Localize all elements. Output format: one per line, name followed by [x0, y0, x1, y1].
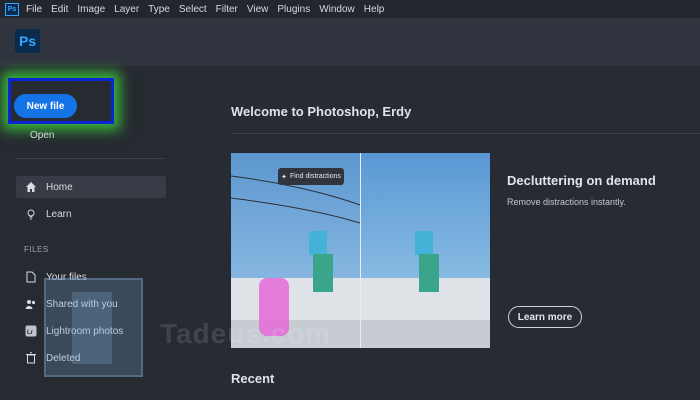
new-file-button[interactable]: New file — [14, 94, 77, 118]
files-section-title: FILES — [24, 245, 49, 254]
watermark-text: Tadeus.com — [160, 318, 332, 349]
photoshop-logo: Ps — [15, 29, 40, 53]
lightbulb-icon — [24, 207, 38, 221]
menu-type[interactable]: Type — [148, 4, 170, 15]
menu-view[interactable]: View — [247, 4, 269, 15]
welcome-title: Welcome to Photoshop, Erdy — [231, 104, 412, 119]
tooltip-label: Find distractions — [289, 173, 341, 180]
sidebar-item-label: Home — [46, 181, 73, 193]
find-distractions-tooltip[interactable]: ✦ Find distractions — [278, 168, 344, 185]
trash-icon — [24, 351, 38, 365]
feature-title: Decluttering on demand — [507, 173, 656, 188]
menu-layer[interactable]: Layer — [114, 4, 139, 15]
sidebar-item-home[interactable]: Home — [16, 176, 166, 198]
lightroom-icon: Lr — [24, 324, 38, 338]
menu-file[interactable]: File — [26, 4, 42, 15]
shared-user-icon — [24, 297, 38, 311]
after-image — [361, 153, 490, 348]
welcome-divider — [231, 133, 700, 134]
sidebar-divider — [15, 158, 165, 159]
app-icon: Ps — [5, 2, 19, 16]
menu-filter[interactable]: Filter — [216, 4, 238, 15]
home-icon — [24, 180, 38, 194]
menu-help[interactable]: Help — [364, 4, 385, 15]
menu-plugins[interactable]: Plugins — [277, 4, 310, 15]
file-icon — [24, 270, 38, 284]
menu-bar: Ps File Edit Image Layer Type Select Fil… — [0, 0, 700, 18]
svg-text:Lr: Lr — [27, 330, 34, 336]
watermark-logo-letter — [72, 292, 112, 364]
sidebar-item-label: Learn — [46, 208, 72, 220]
menu-image[interactable]: Image — [77, 4, 105, 15]
menu-select[interactable]: Select — [179, 4, 207, 15]
feature-description: Remove distractions instantly. — [507, 197, 626, 207]
sidebar-item-learn[interactable]: Learn — [16, 203, 166, 225]
sparkle-icon: ✦ — [281, 173, 287, 181]
menu-window[interactable]: Window — [319, 4, 355, 15]
app-header — [0, 18, 700, 66]
recent-heading: Recent — [231, 371, 275, 386]
menu-edit[interactable]: Edit — [51, 4, 68, 15]
learn-more-button[interactable]: Learn more — [508, 306, 582, 328]
open-button[interactable]: Open — [30, 130, 54, 141]
